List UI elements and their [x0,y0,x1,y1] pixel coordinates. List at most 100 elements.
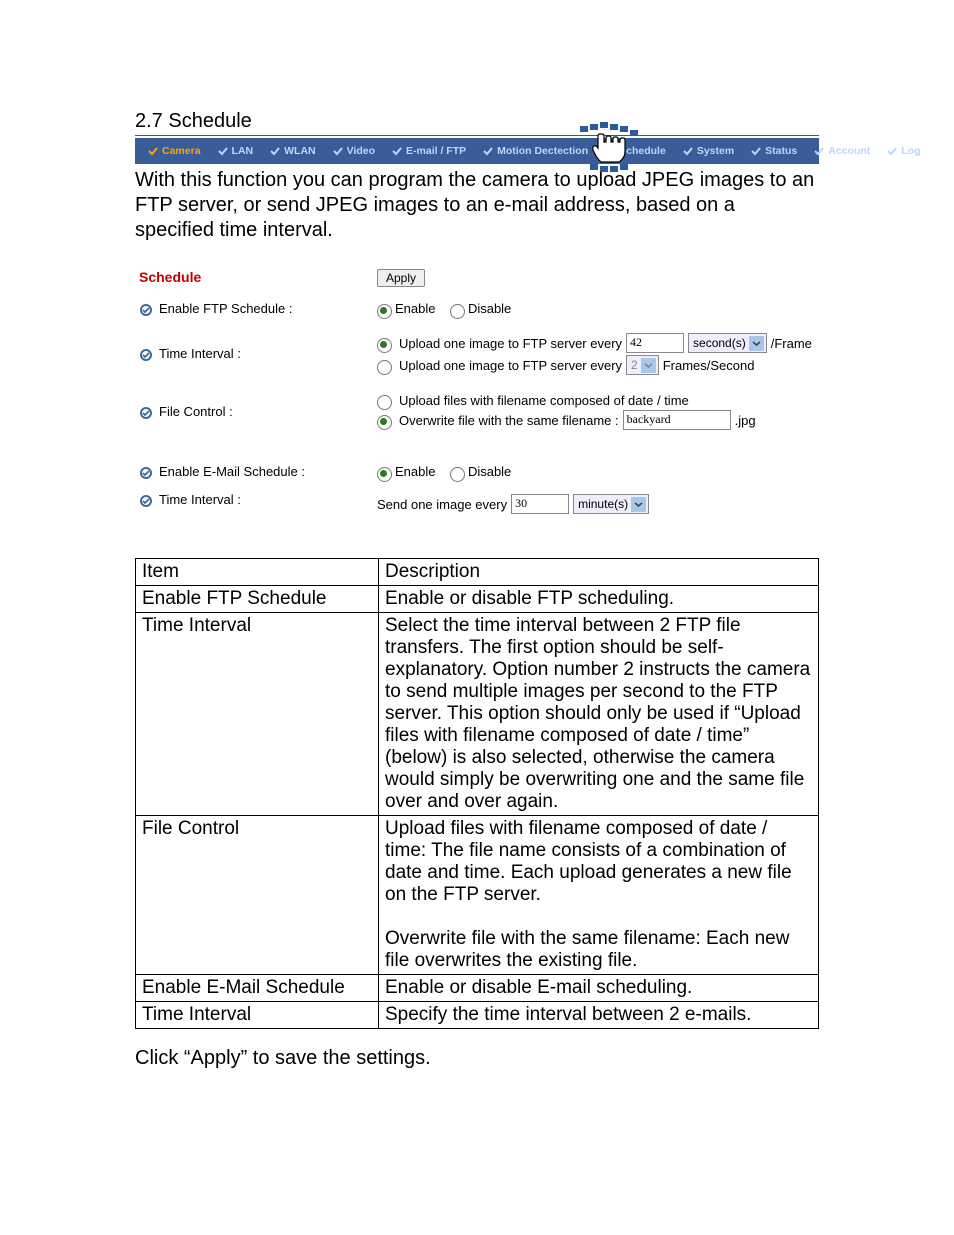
check-icon [217,145,229,157]
cell-desc: Enable or disable E-mail scheduling. [379,975,819,1002]
file-datetime-radio[interactable] [377,395,392,410]
table-row: Enable E-Mail Schedule Enable or disable… [136,975,819,1002]
check-icon [482,145,494,157]
time-interval-label: Time Interval : [159,346,241,361]
tab-wlan[interactable]: WLAN [261,138,324,164]
cell-desc: Specify the time interval between 2 e-ma… [379,1002,819,1029]
tab-label: E-mail / FTP [406,145,466,157]
email-time-interval-label: Time Interval : [159,492,241,507]
radio-label: Disable [468,301,511,316]
check-icon [750,145,762,157]
upload-fps-select[interactable]: 2 [626,355,659,375]
tab-label: Schedule [619,145,666,157]
radio-label: Enable [395,301,435,316]
footer-note: Click “Apply” to save the settings. [135,1047,819,1070]
fps-label: Frames/Second [663,358,755,373]
intro-text: With this function you can program the c… [135,168,819,243]
col-header-item: Item [142,561,179,582]
section-title: 2.7 Schedule [135,110,819,136]
select-value: minute(s) [578,497,628,511]
upload-every-seconds-radio[interactable] [377,338,392,353]
email-interval-input[interactable]: 30 [511,494,569,514]
select-value: second(s) [693,336,746,350]
tab-schedule[interactable]: Schedule [596,138,674,164]
cell-desc: Upload files with filename composed of d… [379,816,819,975]
radio-label: Enable [395,464,435,479]
chevron-down-icon [749,336,764,351]
check-icon [269,145,281,157]
tab-email-ftp[interactable]: E-mail / FTP [383,138,474,164]
table-row: Time Interval Select the time interval b… [136,613,819,816]
cell-item: File Control [136,816,379,975]
check-icon [147,145,159,157]
radio-label: Disable [468,464,511,479]
send-label: Send one image every [377,497,507,512]
tab-video[interactable]: Video [324,138,383,164]
radio-label: Upload one image to FTP server every [399,358,622,373]
cell-desc: Select the time interval between 2 FTP f… [379,613,819,816]
tab-label: Account [828,145,870,157]
check-icon [391,145,403,157]
bullet-icon [139,303,153,317]
tab-label: Video [347,145,375,157]
radio-label: Upload files with filename composed of d… [399,393,689,408]
apply-button[interactable]: Apply [377,269,425,287]
file-overwrite-radio[interactable] [377,415,392,430]
description-table: Item Description Enable FTP Schedule Ena… [135,558,819,1029]
enable-ftp-label: Enable FTP Schedule : [159,301,292,316]
bullet-icon [139,466,153,480]
ftp-disable-radio[interactable] [450,304,465,319]
tab-lan[interactable]: LAN [209,138,262,164]
cell-item: Enable E-Mail Schedule [136,975,379,1002]
check-icon [604,145,616,157]
tab-status[interactable]: Status [742,138,805,164]
ftp-enable-radio[interactable] [377,304,392,319]
enable-email-label: Enable E-Mail Schedule : [159,464,305,479]
tab-bar: Camera LAN WLAN Video E-mail / FTP Motio… [135,138,819,164]
upload-unit-select[interactable]: second(s) [688,333,767,353]
chevron-down-icon [641,358,656,373]
file-control-label: File Control : [159,404,233,419]
col-header-desc: Description [385,561,480,582]
email-enable-radio[interactable] [377,467,392,482]
tab-label: System [697,145,734,157]
table-row: Time Interval Specify the time interval … [136,1002,819,1029]
tab-label: Status [765,145,797,157]
bullet-icon [139,348,153,362]
upload-fps-radio[interactable] [377,360,392,375]
table-row: File Control Upload files with filename … [136,816,819,975]
tab-system[interactable]: System [674,138,742,164]
radio-label: Overwrite file with the same filename : [399,413,619,428]
cell-item: Enable FTP Schedule [136,586,379,613]
email-unit-select[interactable]: minute(s) [573,494,649,514]
tab-label: Camera [162,145,201,157]
select-value: 2 [631,358,638,372]
tab-account[interactable]: Account [805,138,878,164]
check-icon [682,145,694,157]
schedule-panel: Schedule Apply Enable FTP Schedule : Ena… [135,267,819,518]
radio-label: Upload one image to FTP server every [399,336,622,351]
tab-label: Motion Dectection [497,145,588,157]
tab-label: WLAN [284,145,316,157]
tab-label: LAN [232,145,254,157]
tab-camera[interactable]: Camera [139,138,209,164]
cell-desc: Enable or disable FTP scheduling. [379,586,819,613]
panel-title: Schedule [139,269,201,285]
cell-item: Time Interval [136,1002,379,1029]
per-frame-label: /Frame [771,336,812,351]
file-ext-label: .jpg [735,413,756,428]
overwrite-filename-input[interactable]: backyard [623,410,731,430]
check-icon [813,145,825,157]
tab-log[interactable]: Log [878,138,928,164]
upload-seconds-input[interactable]: 42 [626,333,684,353]
tab-label: Log [901,145,920,157]
check-icon [332,145,344,157]
email-disable-radio[interactable] [450,467,465,482]
cell-item: Time Interval [136,613,379,816]
bullet-icon [139,494,153,508]
tab-motion[interactable]: Motion Dectection [474,138,596,164]
cell-desc-part: Overwrite file with the same filename: E… [385,928,789,971]
table-row: Enable FTP Schedule Enable or disable FT… [136,586,819,613]
chevron-down-icon [631,497,646,512]
check-icon [886,145,898,157]
